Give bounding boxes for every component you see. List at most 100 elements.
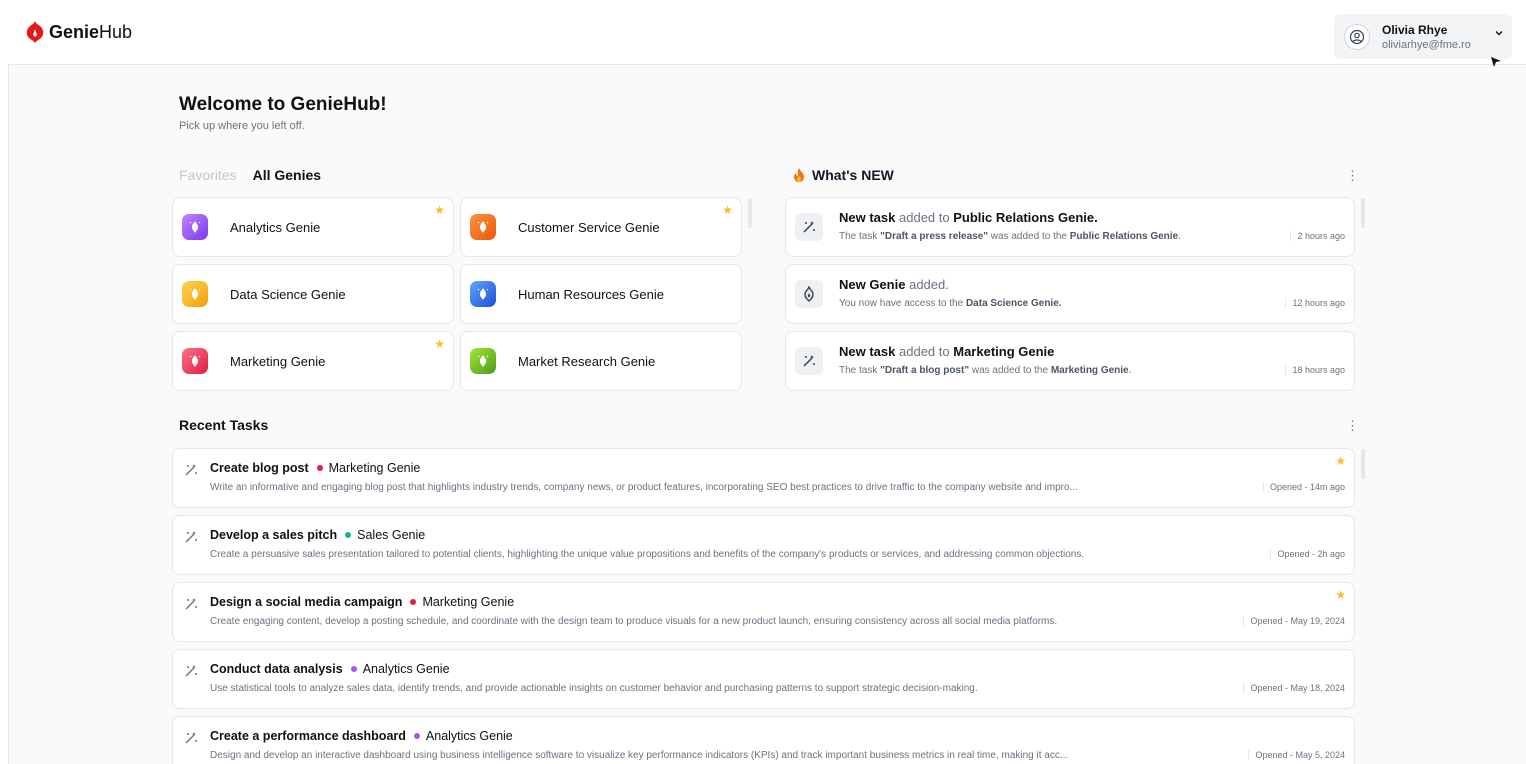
news-time: 12 hours ago xyxy=(1285,298,1345,308)
genie-icon xyxy=(470,348,496,374)
genie-card-analytics[interactable]: Analytics Genie ★ xyxy=(172,197,454,257)
news-title-mid: added to xyxy=(899,210,950,225)
genie-name: Analytics Genie xyxy=(230,219,321,235)
task-opened-time: Opened - 14m ago xyxy=(1262,482,1345,492)
news-desc-text: The task xyxy=(839,365,881,376)
task-description: Use statistical tools to analyze sales d… xyxy=(210,683,978,694)
genie-dot xyxy=(410,599,417,605)
task-opened-time: Opened - 2h ago xyxy=(1270,549,1345,559)
page-title: Welcome to GenieHub! xyxy=(179,94,387,115)
user-menu[interactable]: Olivia Rhye oliviarhye@fme.ro xyxy=(1334,14,1512,59)
logo[interactable]: GenieHub xyxy=(24,20,132,44)
news-title-bold: New task xyxy=(839,344,896,359)
genie-name: Data Science Genie xyxy=(230,286,346,302)
task-description: Design and develop an interactive dashbo… xyxy=(210,750,1069,761)
genie-icon xyxy=(182,348,208,374)
user-email: oliviarhye@fme.ro xyxy=(1382,38,1471,51)
genie-card-human-resources[interactable]: Human Resources Genie xyxy=(460,264,742,324)
whats-new-heading: What's NEW xyxy=(792,167,894,183)
news-desc-text: was added to the xyxy=(988,231,1070,242)
user-avatar-icon xyxy=(1344,23,1370,50)
wand-icon xyxy=(795,347,823,375)
genie-name: Customer Service Genie xyxy=(518,219,660,235)
favorite-star-icon[interactable]: ★ xyxy=(434,204,445,216)
genie-dot xyxy=(350,666,357,672)
news-title-genie: Marketing Genie xyxy=(953,344,1055,359)
news-item[interactable]: New task added to Public Relations Genie… xyxy=(785,197,1355,257)
task-opened-time: Opened - May 19, 2024 xyxy=(1243,616,1345,626)
wand-icon xyxy=(185,531,197,543)
genie-dot xyxy=(413,733,420,739)
task-row[interactable]: Develop a sales pitch Sales Genie Create … xyxy=(172,515,1355,575)
news-desc-text: The task xyxy=(839,231,881,242)
task-genie: Marketing Genie xyxy=(422,595,515,609)
genie-icon xyxy=(182,214,208,240)
task-genie: Analytics Genie xyxy=(425,729,513,743)
news-desc-text: . xyxy=(1178,231,1181,242)
genie-name: Human Resources Genie xyxy=(518,286,664,302)
task-opened-time: Opened - May 18, 2024 xyxy=(1243,683,1345,693)
genies-scrollbar[interactable] xyxy=(748,198,752,228)
news-scrollbar[interactable] xyxy=(1361,198,1365,228)
news-title-bold: New Genie xyxy=(839,277,906,292)
favorite-star-icon[interactable]: ★ xyxy=(722,204,733,216)
news-desc-bold: Data Science Genie. xyxy=(965,298,1062,309)
genie-icon xyxy=(182,281,208,307)
fire-icon xyxy=(794,168,804,182)
wand-icon xyxy=(185,464,197,476)
task-title: Design a social media campaign xyxy=(210,595,403,609)
task-row[interactable]: Conduct data analysis Analytics Genie Use… xyxy=(172,649,1355,709)
task-row[interactable]: Create a performance dashboard Analytics … xyxy=(172,716,1355,764)
news-desc-text: You now have access to the xyxy=(839,298,966,309)
news-title-mid: added to xyxy=(899,344,950,359)
news-item[interactable]: New task added to Marketing Genie The ta… xyxy=(785,331,1355,391)
whats-new-title: What's NEW xyxy=(812,167,894,183)
tab-favorites[interactable]: Favorites xyxy=(179,167,237,183)
chevron-down-icon[interactable] xyxy=(1494,28,1504,38)
news-desc-bold: Public Relations Genie xyxy=(1069,231,1179,242)
wand-icon xyxy=(185,732,197,744)
news-item[interactable]: New Genie added. You now have access to … xyxy=(785,264,1355,324)
tab-all-genies[interactable]: All Genies xyxy=(253,167,321,183)
news-title-mid: added. xyxy=(909,277,949,292)
news-time: 2 hours ago xyxy=(1290,231,1345,241)
user-name: Olivia Rhye xyxy=(1382,22,1448,37)
genie-card-customer-service[interactable]: Customer Service Genie ★ xyxy=(460,197,742,257)
task-genie: Marketing Genie xyxy=(328,461,421,475)
task-description: Write an informative and engaging blog p… xyxy=(210,482,1078,493)
top-bar: GenieHub Olivia Rhye oliviarhye@fme.ro xyxy=(8,8,1526,67)
news-desc-bold: Marketing Genie xyxy=(1050,365,1129,376)
task-title: Develop a sales pitch xyxy=(210,528,338,542)
news-desc-bold: "Draft a press release" xyxy=(880,231,989,242)
genie-name: Marketing Genie xyxy=(230,353,326,369)
genie-logo-icon xyxy=(26,21,44,43)
genie-card-data-science[interactable]: Data Science Genie xyxy=(172,264,454,324)
page-subtitle: Pick up where you left off. xyxy=(179,120,305,132)
genie-outline-icon xyxy=(795,280,823,308)
genie-icon xyxy=(470,281,496,307)
wand-icon xyxy=(795,213,823,241)
genie-icon xyxy=(470,214,496,240)
news-desc-text: was added to the xyxy=(969,365,1051,376)
whats-new-more-icon[interactable]: ⋮ xyxy=(1346,169,1359,182)
news-title-genie: Public Relations Genie. xyxy=(953,210,1098,225)
wand-icon xyxy=(185,665,197,677)
news-desc-bold: "Draft a blog post" xyxy=(880,365,970,376)
favorite-star-icon[interactable]: ★ xyxy=(434,338,445,350)
recent-tasks-more-icon[interactable]: ⋮ xyxy=(1346,419,1359,432)
favorite-star-icon[interactable]: ★ xyxy=(1335,589,1346,601)
genie-card-marketing[interactable]: Marketing Genie ★ xyxy=(172,331,454,391)
genie-dot xyxy=(316,465,323,471)
logo-text: GenieHub xyxy=(49,21,133,42)
task-row[interactable]: Design a social media campaign Marketing … xyxy=(172,582,1355,642)
task-opened-time: Opened - May 5, 2024 xyxy=(1248,750,1345,760)
recent-tasks-title: Recent Tasks xyxy=(179,417,269,433)
task-description: Create engaging content, develop a posti… xyxy=(210,616,1058,627)
tasks-scrollbar[interactable] xyxy=(1361,449,1365,479)
genie-name: Market Research Genie xyxy=(518,353,656,369)
genie-card-market-research[interactable]: Market Research Genie xyxy=(460,331,742,391)
news-title-bold: New task xyxy=(839,210,896,225)
favorite-star-icon[interactable]: ★ xyxy=(1335,455,1346,467)
task-genie: Sales Genie xyxy=(357,528,426,542)
task-row[interactable]: Create blog post Marketing Genie Write an… xyxy=(172,448,1355,508)
